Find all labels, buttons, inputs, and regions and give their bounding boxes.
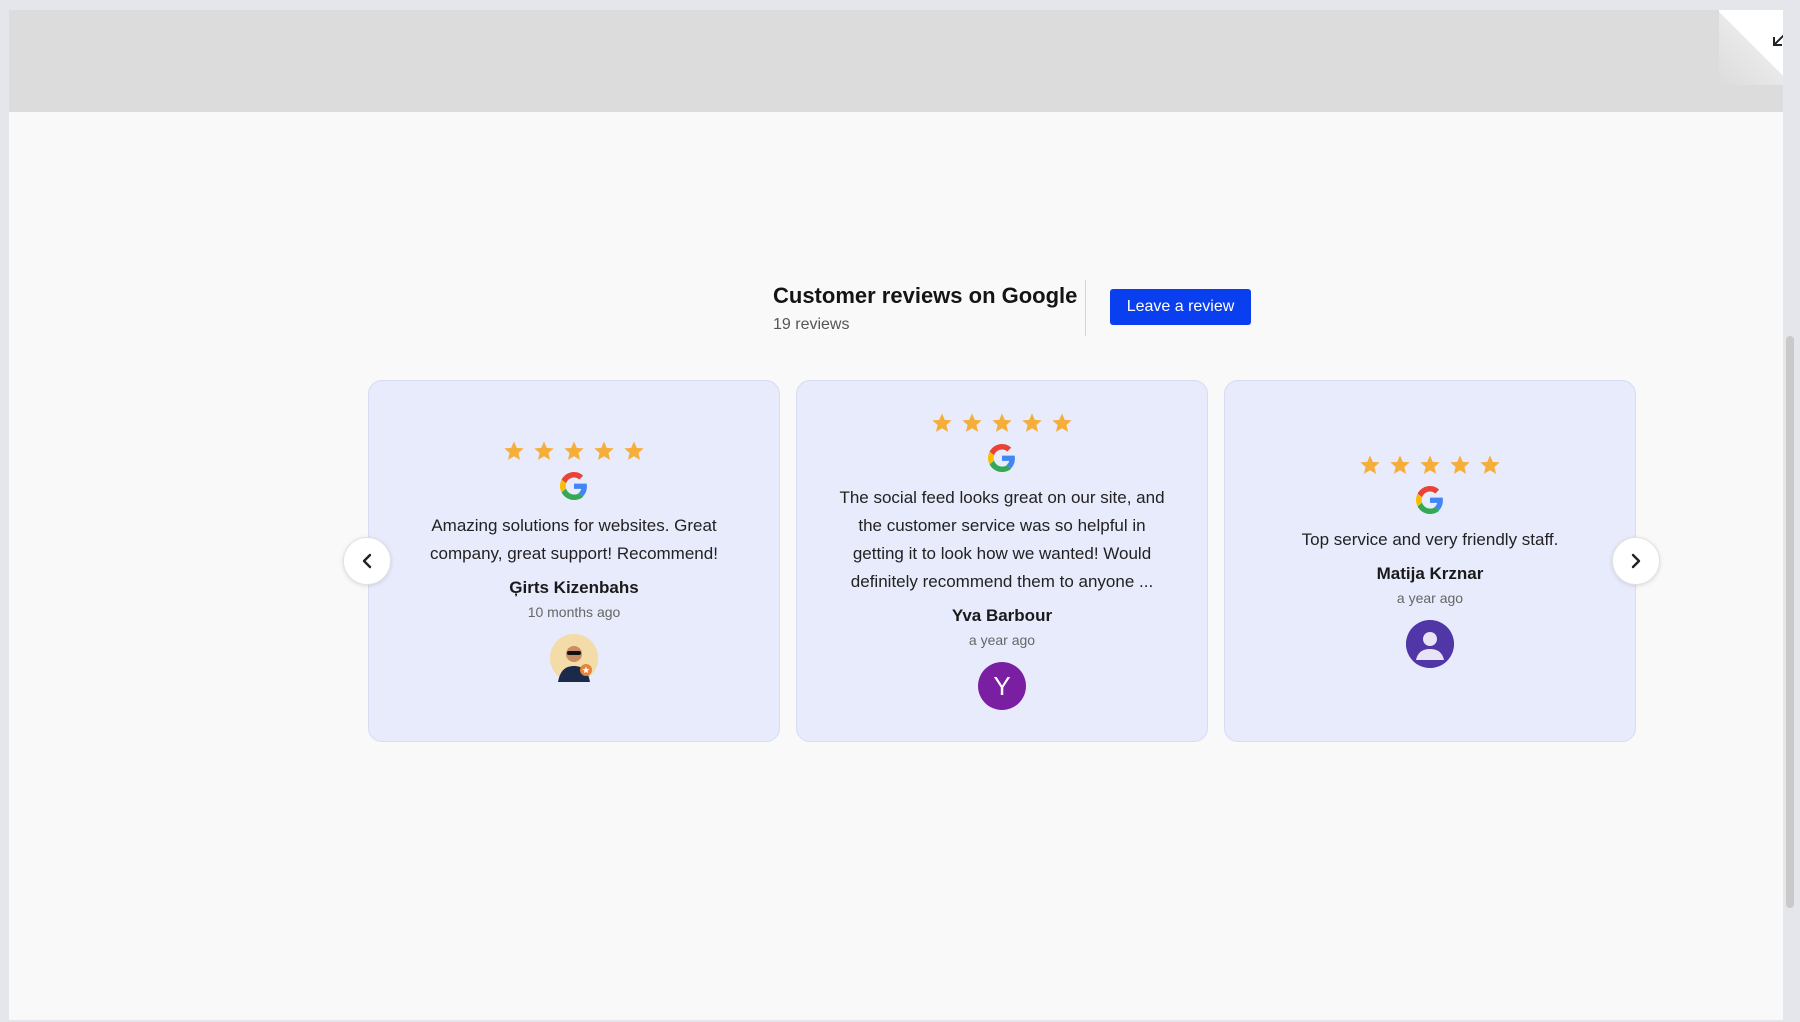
rating-stars <box>931 412 1073 434</box>
review-card: The social feed looks great on our site,… <box>796 380 1208 742</box>
google-icon <box>560 472 587 500</box>
collapse-button[interactable] <box>1767 28 1783 52</box>
chevron-right-icon <box>1631 553 1641 569</box>
star-icon <box>1360 455 1380 474</box>
avatar-letter: Y <box>993 670 1011 701</box>
review-time: a year ago <box>1396 590 1464 606</box>
star-icon <box>1390 455 1410 474</box>
rating-stars <box>503 440 645 462</box>
reviewer-name: Yva Barbour <box>951 606 1053 625</box>
star-icon <box>1022 413 1042 432</box>
arrow-down-left-icon <box>1773 34 1783 46</box>
star-icon <box>1052 413 1072 432</box>
avatar <box>1406 620 1454 668</box>
review-time: 10 months ago <box>527 604 621 620</box>
star-icon <box>624 441 644 460</box>
review-card: Amazing solutions for websites. Great co… <box>368 380 780 742</box>
review-card: Top service and very friendly staff. Mat… <box>1224 380 1636 742</box>
star-icon <box>534 441 554 460</box>
star-icon <box>504 441 524 460</box>
star-icon <box>1480 455 1500 474</box>
star-icon <box>992 413 1012 432</box>
carousel-prev-button[interactable] <box>343 537 391 585</box>
google-icon <box>988 444 1015 472</box>
avatar: Y <box>978 662 1026 710</box>
google-icon <box>1416 486 1443 514</box>
reviewer-name: Ģirts Kizenbahs <box>509 578 639 597</box>
review-text: Amazing solutions for websites. Great co… <box>430 516 718 563</box>
rating-stars <box>1359 454 1501 476</box>
carousel-next-button[interactable] <box>1612 537 1660 585</box>
star-icon <box>1450 455 1470 474</box>
user-photo-icon <box>550 634 598 682</box>
avatar <box>550 634 598 682</box>
page-frame: Customer reviews on Google 19 reviews Le… <box>9 10 1783 1020</box>
review-text: The social feed looks great on our site,… <box>839 488 1165 591</box>
review-text: Top service and very friendly staff. <box>1301 530 1559 549</box>
reviews-header: Customer reviews on Google 19 reviews Le… <box>773 280 1253 340</box>
star-icon <box>932 413 952 432</box>
star-icon <box>1420 455 1440 474</box>
leave-review-button[interactable]: Leave a review <box>1110 289 1251 325</box>
user-icon <box>1406 620 1454 668</box>
chevron-left-icon <box>362 553 372 569</box>
reviewer-name: Matija Krznar <box>1376 564 1484 583</box>
star-icon <box>564 441 584 460</box>
star-icon <box>594 441 614 460</box>
review-count: 19 reviews <box>773 316 850 333</box>
review-time: a year ago <box>968 632 1036 648</box>
star-icon <box>962 413 982 432</box>
page-title: Customer reviews on Google <box>773 283 1078 308</box>
header-divider <box>1085 280 1086 336</box>
scrollbar[interactable] <box>1786 336 1794 908</box>
top-banner <box>9 10 1783 112</box>
